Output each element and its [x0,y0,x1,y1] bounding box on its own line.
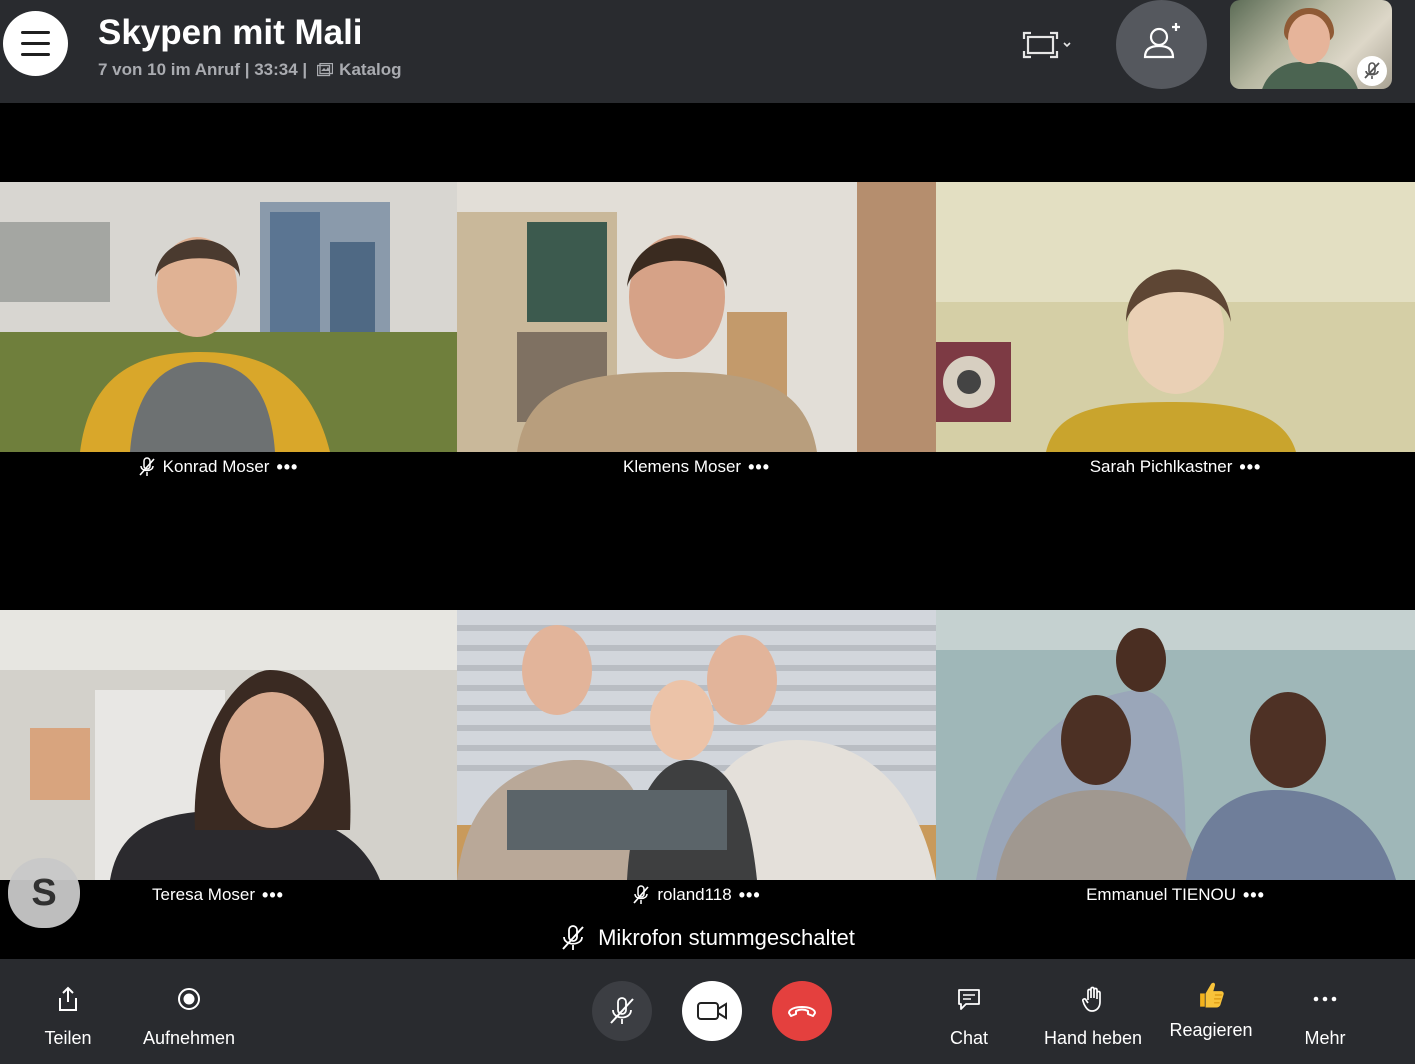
record-icon [178,988,200,1010]
more-label: Mehr [1304,1028,1346,1048]
participant-video [457,182,936,452]
participant-more-button[interactable]: ••• [739,885,761,906]
hamburger-menu-icon [21,31,50,34]
participant-name: Klemens Moser [622,457,742,476]
phone-hangup-icon [788,1006,816,1017]
participant-label-2: Klemens Moser ••• [457,452,936,482]
self-video-person-body [1260,62,1360,89]
mic-off-icon [139,457,155,476]
participant-more-button[interactable]: ••• [748,457,770,478]
fullscreen-icon [1022,31,1071,59]
view-mode-link[interactable]: Katalog [339,60,401,80]
record-button[interactable]: Aufnehmen [139,959,239,1064]
participant-more-button[interactable]: ••• [1239,457,1261,478]
skype-logo-icon: S [8,858,80,928]
menu-button[interactable] [3,11,68,76]
participant-name: Sarah Pichlkastner [1089,457,1233,476]
participant-video [0,182,457,452]
participant-label-6: Emmanuel TIENOU ••• [936,880,1415,910]
self-mute-indicator [1357,56,1387,86]
chat-label: Chat [949,1028,989,1048]
call-subtitle: 7 von 10 im Anruf | 33:34 | Katalog [98,60,402,80]
video-camera-icon [697,1002,727,1020]
mic-off-icon [1364,62,1380,79]
participant-label-1: Konrad Moser ••• [0,452,436,482]
participant-more-button[interactable]: ••• [1243,885,1265,906]
record-label: Aufnehmen [142,1028,236,1048]
layout-switch-button[interactable] [1022,30,1076,60]
participant-name: Teresa Moser [152,885,256,904]
participant-video [936,610,1415,880]
share-label: Teilen [44,1028,92,1048]
mute-button[interactable] [592,981,652,1041]
mute-status-text: Mikrofon stummgeschaltet [598,925,855,950]
participant-more-button[interactable]: ••• [262,885,284,906]
share-icon [59,986,77,1011]
mic-off-icon [633,885,649,904]
participant-label-5: roland118 ••• [457,880,936,910]
participant-name: Emmanuel TIENOU [1086,885,1236,904]
add-person-icon [1143,23,1180,59]
participant-name: roland118 [657,885,732,904]
call-header: Skypen mit Mali 7 von 10 im Anruf | 33:3… [0,0,1415,103]
self-video-person-face [1288,14,1330,64]
video-tile-4[interactable] [0,610,457,880]
participant-name: Konrad Moser [162,457,270,476]
chat-button[interactable]: Chat [929,959,1009,1064]
raise-hand-button[interactable]: Hand heben [1038,959,1148,1064]
mic-off-icon [562,925,584,950]
video-toggle-button[interactable] [682,981,742,1041]
more-button[interactable]: Mehr [1290,959,1360,1064]
mute-status-message: Mikrofon stummgeschaltet [0,920,1415,956]
hang-up-button[interactable] [772,981,832,1041]
react-label: Reagieren [1169,1020,1253,1040]
react-button[interactable]: Reagieren [1166,959,1256,1064]
share-button[interactable]: Teilen [28,959,108,1064]
video-tile-3[interactable] [936,182,1415,452]
raise-hand-icon [1082,986,1101,1012]
gallery-view-icon [317,63,334,77]
hamburger-line [21,42,50,45]
participant-label-3: Sarah Pichlkastner ••• [936,452,1415,482]
video-tile-1[interactable] [0,182,457,452]
thumbs-up-icon [1200,982,1224,1008]
video-tile-6[interactable] [936,610,1415,880]
participant-video [936,182,1415,452]
call-status-text: 7 von 10 im Anruf | 33:34 | [98,60,308,79]
mic-off-icon [610,997,634,1024]
chat-icon [958,989,980,1010]
participant-video [0,610,457,880]
video-tile-5[interactable] [457,610,936,880]
video-tile-2[interactable] [457,182,936,452]
participant-video [457,610,936,880]
participant-more-button[interactable]: ••• [276,457,298,478]
more-icon [1313,996,1337,1002]
call-title: Skypen mit Mali [98,13,363,52]
call-toolbar: Teilen Aufnehmen Chat Hand heben Reagier… [0,959,1415,1064]
add-people-button[interactable] [1116,0,1207,89]
hamburger-line [21,53,50,56]
raise-hand-label: Hand heben [1043,1028,1143,1048]
